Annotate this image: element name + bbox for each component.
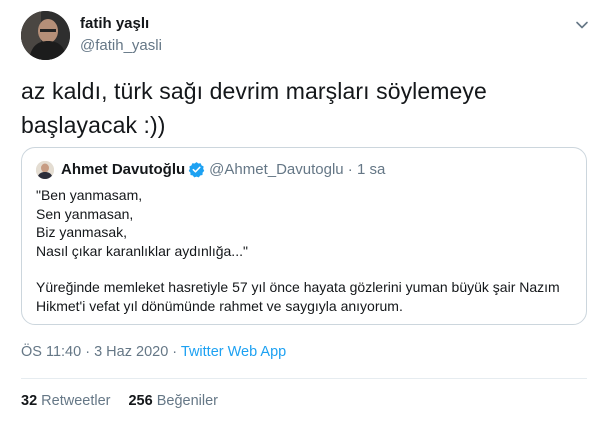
quoted-paragraph: Yüreğinde memleket hasretiyle 57 yıl önc… xyxy=(36,279,560,314)
tweet-source-link[interactable]: Twitter Web App xyxy=(181,344,286,360)
retweets-count: 32 xyxy=(21,393,38,409)
author-avatar[interactable] xyxy=(21,11,70,60)
quoted-time[interactable]: 1 sa xyxy=(357,161,385,178)
author-photo xyxy=(21,11,70,60)
tweet: fatih yaşlı @fatih_yasli az kaldı, türk … xyxy=(0,0,609,422)
likes-label: Beğeniler xyxy=(156,393,218,409)
quoted-tweet[interactable]: Ahmet Davutoğlu @Ahmet_Davutoglu · 1 sa … xyxy=(21,147,587,325)
verified-badge-icon xyxy=(188,162,205,178)
tweet-meta: ÖS 11:40 · 3 Haz 2020 · Twitter Web App xyxy=(21,344,286,360)
chevron-down-icon[interactable] xyxy=(574,17,590,33)
tweet-stats: 32 Retweetler 256 Beğeniler xyxy=(21,393,218,409)
quoted-line: Sen yanmasan, xyxy=(36,205,134,222)
tweet-date[interactable]: 3 Haz 2020 xyxy=(94,344,168,360)
likes-stat[interactable]: 256 Beğeniler xyxy=(128,393,218,409)
tweet-text: az kaldı, türk sağı devrim marşları söyl… xyxy=(21,78,487,138)
quoted-name[interactable]: Ahmet Davutoğlu xyxy=(61,161,185,178)
meta-separator: · xyxy=(81,344,95,360)
quoted-avatar-photo xyxy=(36,161,54,179)
quoted-line: Nasıl çıkar karanlıklar aydınlığa..." xyxy=(36,242,248,259)
retweets-label: Retweetler xyxy=(41,393,111,409)
quoted-line: Biz yanmasak, xyxy=(36,224,128,241)
retweets-stat[interactable]: 32 Retweetler xyxy=(21,393,110,409)
quoted-separator: · xyxy=(343,161,357,178)
author-name[interactable]: fatih yaşlı xyxy=(80,15,149,32)
divider xyxy=(21,378,587,379)
tweet-time[interactable]: ÖS 11:40 xyxy=(21,344,81,360)
quoted-text: "Ben yanmasam, Sen yanmasan, Biz yanmasa… xyxy=(36,186,572,316)
quoted-line: "Ben yanmasam, xyxy=(36,187,143,203)
quoted-avatar[interactable] xyxy=(36,161,54,179)
likes-count: 256 xyxy=(128,393,153,409)
author-handle[interactable]: @fatih_yasli xyxy=(80,37,162,54)
quoted-header: Ahmet Davutoğlu @Ahmet_Davutoglu · 1 sa xyxy=(61,161,385,178)
quoted-handle[interactable]: @Ahmet_Davutoglu xyxy=(209,161,343,178)
meta-separator: · xyxy=(168,344,181,360)
